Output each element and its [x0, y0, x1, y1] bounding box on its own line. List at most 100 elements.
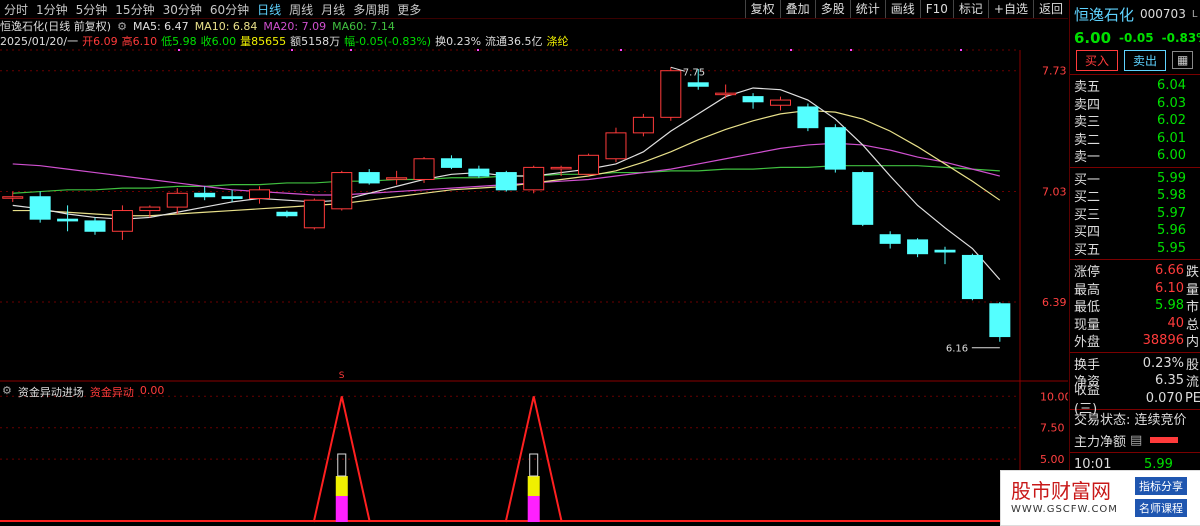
stat-value: 38896 — [1142, 333, 1184, 349]
price-pct: -0.83% — [1161, 31, 1200, 45]
order-row[interactable]: 卖三 6.02 — [1074, 112, 1200, 130]
candle-body[interactable] — [166, 192, 188, 208]
candle-body[interactable] — [440, 158, 462, 168]
stat-value: 0.23% — [1142, 355, 1184, 371]
stat-label: 外盘 — [1074, 335, 1101, 351]
candle-body[interactable] — [2, 196, 24, 199]
candle-body[interactable] — [57, 218, 79, 222]
stat-row: 最低 5.98 市 — [1070, 297, 1200, 315]
signal-dot — [291, 49, 293, 51]
current-price: 6.00 — [1074, 29, 1112, 47]
order-price: 6.00 — [1157, 148, 1186, 164]
bid-list: 买一 5.99 买二 5.98 买三 5.97 买四 5.96 买五 5.95 — [1070, 170, 1200, 258]
candle-body[interactable] — [331, 172, 353, 210]
candle-body[interactable] — [550, 166, 572, 170]
candle-body[interactable] — [687, 82, 709, 87]
candle-body[interactable] — [194, 192, 216, 198]
low-label: 6.16 — [946, 344, 968, 355]
order-row[interactable]: 买三 5.97 — [1074, 205, 1200, 223]
stats-list: 涨停 6.66 跌最高 6.10 量最低 5.98 市现量 40 总外盘 38896 内 — [1070, 262, 1200, 350]
indicator-label: 资金异动 — [89, 386, 134, 399]
indicator-name: 资金异动进场 — [17, 386, 84, 399]
candle-body[interactable] — [907, 239, 929, 255]
price-tick-label: 7.03 — [1042, 186, 1067, 199]
list-icon[interactable]: ▤ — [1130, 433, 1142, 448]
stock-suffix: L — [1191, 8, 1198, 20]
stat-row: 现量 40 总 — [1070, 315, 1200, 333]
order-row[interactable]: 买二 5.98 — [1074, 187, 1200, 205]
price-change: -0.05 — [1119, 31, 1154, 45]
candle-body[interactable] — [934, 249, 956, 253]
indicator-bar-yellow — [335, 476, 348, 496]
candle-body[interactable] — [632, 116, 654, 134]
candle-body[interactable] — [769, 99, 791, 106]
candle-body[interactable] — [468, 168, 490, 177]
stat-value: 40 — [1167, 315, 1184, 331]
candle-body[interactable] — [989, 303, 1011, 338]
stat-extra: 市 — [1186, 300, 1200, 316]
sell-button[interactable]: 卖出 — [1124, 49, 1167, 71]
order-row[interactable]: 买一 5.99 — [1074, 170, 1200, 188]
candle-body[interactable] — [139, 206, 161, 212]
candle-body[interactable] — [578, 154, 600, 175]
high-label: 7.75 — [683, 67, 705, 78]
order-row[interactable]: 卖四 6.03 — [1074, 95, 1200, 113]
stat-label: 涨停 — [1074, 265, 1101, 281]
stat-value: 6.35 — [1155, 373, 1184, 389]
watermark-tag2: 名师课程 — [1135, 499, 1187, 517]
order-row[interactable]: 卖一 6.00 — [1074, 147, 1200, 165]
candle-body[interactable] — [660, 70, 682, 118]
candle-body[interactable] — [111, 210, 133, 232]
stat-label: 现量 — [1074, 317, 1101, 333]
order-row[interactable]: 卖五 6.04 — [1074, 77, 1200, 95]
order-label: 买四 — [1074, 225, 1101, 241]
indicator-bar-magenta — [527, 496, 540, 522]
order-price: 6.04 — [1157, 78, 1186, 94]
stat-value: 5.98 — [1155, 298, 1184, 314]
order-row[interactable]: 买五 5.95 — [1074, 240, 1200, 258]
stat-extra: 股 — [1186, 357, 1200, 373]
quote-panel: 恒逸石化 000703 L 6.00 -0.05 -0.83% 买入 卖出 ▦ … — [1069, 0, 1200, 524]
order-price: 5.96 — [1157, 223, 1186, 239]
stat-label: 最低 — [1074, 300, 1101, 316]
signal-dot — [850, 49, 852, 51]
candle-body[interactable] — [824, 127, 846, 170]
stat-label: 最高 — [1074, 282, 1101, 298]
order-row[interactable]: 买四 5.96 — [1074, 222, 1200, 240]
watermark-title: 股市财富网 — [1011, 479, 1111, 503]
signal-dot — [620, 49, 622, 51]
candle-body[interactable] — [221, 196, 243, 199]
indicator-settings-icon[interactable]: ⚙ — [2, 384, 12, 400]
candle-body[interactable] — [84, 220, 106, 232]
candle-body[interactable] — [358, 172, 380, 184]
buy-button[interactable]: 买入 — [1076, 49, 1119, 71]
kline-chart[interactable]: 7.73 7.03 6.39 10.00 7.50 5.00 7.75 6.16 S — [0, 0, 1068, 524]
candle-body[interactable] — [386, 177, 408, 180]
price-tick-label: 7.73 — [1042, 65, 1067, 78]
candle-body[interactable] — [742, 96, 764, 103]
candle-body[interactable] — [523, 166, 545, 191]
candle-body[interactable] — [605, 132, 627, 160]
candle-body[interactable] — [249, 189, 271, 199]
more-grid-icon[interactable]: ▦ — [1172, 51, 1194, 69]
indicator-value: 0.00 — [139, 384, 165, 397]
candle-body[interactable] — [879, 234, 901, 244]
order-row[interactable]: 卖二 6.01 — [1074, 130, 1200, 148]
candle-body[interactable] — [715, 92, 737, 96]
candle-body[interactable] — [276, 211, 298, 217]
stat-row: 换手 0.23% 股 — [1070, 355, 1200, 373]
stat-extra: 内 — [1186, 335, 1200, 351]
candle-body[interactable] — [797, 106, 819, 129]
candle-body[interactable] — [29, 196, 51, 220]
signal-dot — [477, 49, 479, 51]
candle-body[interactable] — [413, 158, 435, 180]
order-label: 买二 — [1074, 190, 1101, 206]
candle-body[interactable] — [495, 172, 517, 191]
candle-body[interactable] — [303, 199, 325, 229]
order-price: 5.99 — [1157, 170, 1186, 186]
candle-body[interactable] — [852, 172, 874, 225]
candle-body[interactable] — [961, 254, 983, 300]
order-price: 6.01 — [1157, 130, 1186, 146]
stat-extra: 量 — [1186, 282, 1200, 298]
stat-row: 涨停 6.66 跌 — [1070, 262, 1200, 280]
